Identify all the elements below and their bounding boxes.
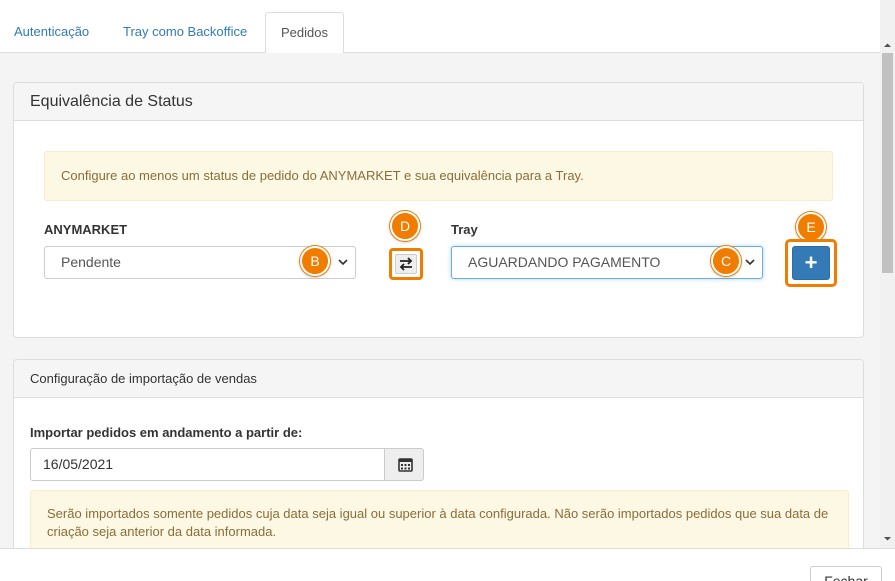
- anymarket-status-value: Pendente: [61, 254, 121, 270]
- swap-icon: [395, 254, 417, 274]
- scroll-up-icon[interactable]: [880, 38, 895, 53]
- plus-icon: +: [792, 246, 830, 280]
- import-alert-line-2: criação seja anterior da data informada.: [47, 524, 277, 539]
- status-info-alert: Configure ao menos um status de pedido d…: [44, 151, 833, 201]
- tab-pedidos[interactable]: Pedidos: [265, 12, 344, 54]
- status-panel-title: Equivalência de Status: [14, 83, 863, 121]
- import-info-alert: Serão importados somente pedidos cuja da…: [30, 490, 849, 548]
- tray-label: Tray: [451, 222, 478, 237]
- calendar-button[interactable]: [384, 448, 424, 481]
- tray-status-value: AGUARDANDO PAGAMENTO: [468, 254, 661, 270]
- scrollbar-thumb[interactable]: [882, 53, 893, 273]
- import-panel-title: Configuração de importação de vendas: [14, 360, 863, 398]
- modal-footer: Fechar: [0, 548, 895, 581]
- calendar-icon: [398, 458, 413, 472]
- status-equivalence-panel: Equivalência de Status Configure ao meno…: [13, 82, 864, 338]
- chevron-down-icon: [745, 259, 755, 266]
- swap-button[interactable]: [389, 248, 423, 280]
- annotation-badge-d: D: [390, 211, 420, 241]
- annotation-badge-c: C: [711, 246, 741, 276]
- annotation-badge-e: E: [796, 212, 826, 242]
- tab-autenticacao[interactable]: Autenticação: [0, 12, 103, 53]
- import-alert-line-1: Serão importados somente pedidos cuja da…: [47, 506, 829, 521]
- tab-bar: Autenticação Tray como Backoffice Pedido…: [0, 0, 880, 54]
- tab-content: Equivalência de Status Configure ao meno…: [0, 53, 880, 548]
- add-equivalence-button[interactable]: +: [785, 239, 837, 287]
- scroll-down-icon[interactable]: [880, 531, 895, 546]
- import-date-input[interactable]: 16/05/2021: [30, 448, 385, 481]
- anymarket-label: ANYMARKET: [44, 222, 128, 237]
- import-date-label: Importar pedidos em andamento a partir d…: [30, 425, 303, 440]
- tab-tray-backoffice[interactable]: Tray como Backoffice: [109, 12, 261, 53]
- close-button[interactable]: Fechar: [810, 566, 882, 581]
- chevron-down-icon: [338, 259, 348, 266]
- import-config-panel: Configuração de importação de vendas Imp…: [13, 359, 864, 548]
- vertical-scrollbar[interactable]: [880, 0, 895, 548]
- annotation-badge-b: B: [300, 246, 330, 276]
